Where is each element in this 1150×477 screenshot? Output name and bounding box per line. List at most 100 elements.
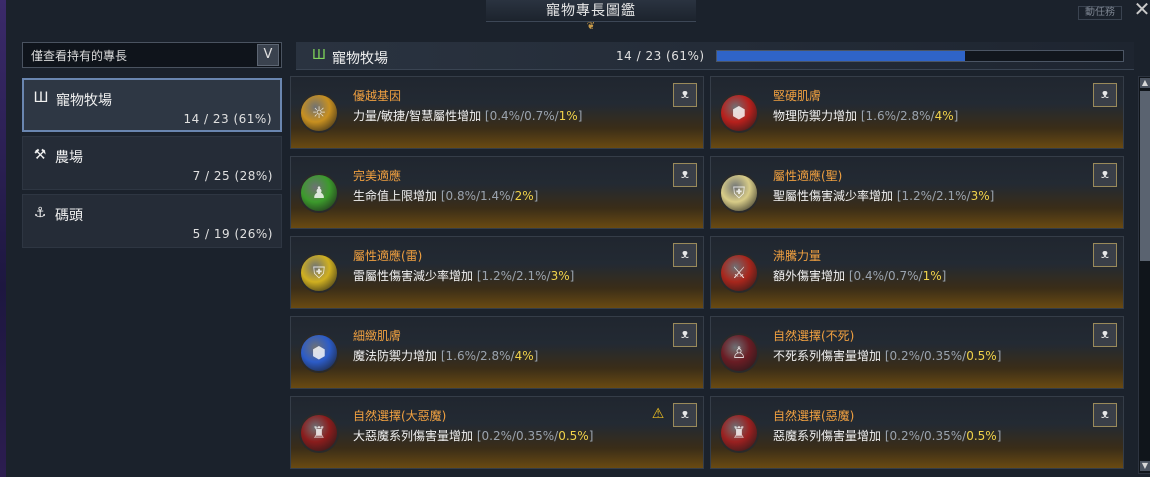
- orb-glyph: ⬢: [312, 343, 326, 362]
- pet-portrait-icon[interactable]: ᴥ: [1093, 83, 1117, 107]
- pet-portrait-icon[interactable]: ᴥ: [673, 323, 697, 347]
- effect-text: 魔法防禦力增加: [353, 349, 438, 363]
- effect-lower-tiers: 0.2%/0.35%/: [889, 349, 967, 363]
- specialty-orb-icon: ♙: [719, 333, 759, 373]
- bracket-close: ]: [989, 189, 995, 203]
- specialty-name: 自然選擇(大惡魔): [353, 409, 447, 423]
- section-progress-bar: [716, 50, 1124, 62]
- orb-glyph: ♟: [311, 183, 327, 202]
- effect-max-tier: 2%: [514, 189, 534, 203]
- specialty-name: 堅硬肌膚: [773, 89, 822, 103]
- bracket-open: [: [437, 349, 446, 363]
- orb-glyph: ⛨: [732, 183, 745, 202]
- effect-lower-tiers: 0.4%/0.7%/: [489, 109, 559, 123]
- title-ornament-icon: ❦: [586, 21, 596, 32]
- specialty-name: 屬性適應(聖): [773, 169, 843, 183]
- specialty-description: 不死系列傷害量增加 [0.2%/0.35%/0.5%]: [773, 347, 1001, 364]
- pet-portrait-icon[interactable]: ᴥ: [1093, 323, 1117, 347]
- category-name: 寵物牧場: [56, 93, 112, 109]
- effect-lower-tiers: 1.6%/2.8%/: [445, 349, 515, 363]
- bracket-open: [: [893, 189, 902, 203]
- ranch-icon: Ш: [33, 90, 49, 106]
- category-pet-ranch[interactable]: Ш 寵物牧場 14 / 23 (61%): [22, 78, 282, 132]
- section-progress-fill: [717, 51, 965, 61]
- effect-text: 惡魔系列傷害量增加: [773, 429, 882, 443]
- specialty-name: 屬性適應(雷): [353, 249, 423, 263]
- warning-icon: ⚠: [651, 406, 665, 422]
- specialty-name: 完美適應: [353, 169, 402, 183]
- scroll-down-button[interactable]: ▼: [1140, 461, 1150, 471]
- effect-lower-tiers: 1.2%/2.1%/: [481, 269, 551, 283]
- effect-max-tier: 0.5%: [966, 429, 997, 443]
- specialty-card[interactable]: ⬢ 堅硬肌膚物理防禦力增加 [1.6%/2.8%/4%] ᴥ: [710, 76, 1124, 149]
- window-title: 寵物專長圖鑑: [546, 3, 636, 19]
- category-count: 14 / 23 (61%): [183, 112, 272, 126]
- specialty-card[interactable]: ♟ 完美適應 生命值上限增加 [0.8%/1.4%/2%] ᴥ: [290, 156, 704, 229]
- orb-glyph: ♜: [731, 423, 747, 442]
- specialty-card[interactable]: ♜ 自然選擇(大惡魔) 大惡魔系列傷害量增加 [0.2%/0.35%/0.5%] ᴥ ⚠: [290, 396, 704, 469]
- ranch-icon: Ш: [312, 48, 326, 63]
- effect-text: 聖屬性傷害減少率增加: [773, 189, 894, 203]
- scrollbar[interactable]: ▲ ▼: [1138, 76, 1150, 474]
- pet-portrait-icon[interactable]: ᴥ: [673, 163, 697, 187]
- bracket-open: [: [473, 269, 482, 283]
- scroll-thumb[interactable]: [1140, 91, 1150, 261]
- close-button[interactable]: ✕: [1130, 0, 1150, 22]
- window-titlebar: 寵物專長圖鑑: [486, 0, 696, 22]
- bracket-close: ]: [953, 109, 959, 123]
- pet-portrait-icon[interactable]: ᴥ: [1093, 403, 1117, 427]
- specialty-description: 物理防禦力增加 [1.6%/2.8%/4%]: [773, 107, 958, 124]
- orb-glyph: ⬢: [732, 103, 746, 122]
- orb-glyph: ⚔: [731, 263, 747, 282]
- effect-lower-tiers: 1.6%/2.8%/: [865, 109, 935, 123]
- specialty-name: 自然選擇(不死): [773, 329, 855, 343]
- effect-lower-tiers: 0.4%/0.7%/: [853, 269, 923, 283]
- specialty-card[interactable]: ♙ 自然選擇(不死) 不死系列傷害量增加 [0.2%/0.35%/0.5%] ᴥ: [710, 316, 1124, 389]
- orb-glyph: ♙: [731, 343, 747, 362]
- category-dock[interactable]: ⚓ 碼頭 5 / 19 (26%): [22, 194, 282, 248]
- category-name: 碼頭: [55, 208, 83, 224]
- specialty-name: 細緻肌膚: [353, 329, 402, 343]
- effect-max-tier: 4%: [514, 349, 534, 363]
- owned-filter-dropdown[interactable]: 僅查看持有的專長 V: [22, 42, 282, 68]
- specialty-orb-icon: ☼: [299, 93, 339, 133]
- scroll-up-button[interactable]: ▲: [1140, 78, 1150, 88]
- effect-max-tier: 4%: [934, 109, 954, 123]
- specialty-description: 力量/敏捷/智慧屬性增加 [0.4%/0.7%/1%]: [353, 107, 582, 124]
- pet-portrait-icon[interactable]: ᴥ: [673, 83, 697, 107]
- effect-max-tier: 0.5%: [966, 349, 997, 363]
- specialty-description: 額外傷害增加 [0.4%/0.7%/1%]: [773, 267, 946, 284]
- specialty-card[interactable]: ♜ 自然選擇(惡魔) 惡魔系列傷害量增加 [0.2%/0.35%/0.5%] ᴥ: [710, 396, 1124, 469]
- pet-portrait-icon[interactable]: ᴥ: [673, 403, 697, 427]
- specialty-description: 大惡魔系列傷害量增加 [0.2%/0.35%/0.5%]: [353, 427, 593, 444]
- orb-glyph: ⛨: [312, 263, 325, 282]
- bracket-close: ]: [533, 189, 539, 203]
- category-name: 農場: [55, 150, 83, 166]
- bracket-close: ]: [569, 269, 575, 283]
- specialty-orb-icon: ⬢: [719, 93, 759, 133]
- bracket-close: ]: [588, 429, 594, 443]
- orb-glyph: ☼: [311, 103, 327, 122]
- pet-portrait-icon[interactable]: ᴥ: [1093, 243, 1117, 267]
- bracket-open: [: [481, 109, 490, 123]
- effect-lower-tiers: 1.2%/2.1%/: [901, 189, 971, 203]
- specialty-card[interactable]: ⬢ 細緻肌膚魔法防禦力增加 [1.6%/2.8%/4%] ᴥ: [290, 316, 704, 389]
- specialty-orb-icon: ♟: [299, 173, 339, 213]
- specialty-description: 魔法防禦力增加 [1.6%/2.8%/4%]: [353, 347, 538, 364]
- section-title: 寵物牧場: [332, 51, 388, 67]
- specialty-card[interactable]: ⚔ 沸騰力量 額外傷害增加 [0.4%/0.7%/1%] ᴥ: [710, 236, 1124, 309]
- effect-text: 大惡魔系列傷害量增加: [353, 429, 474, 443]
- section-progress-text: 14 / 23 (61%): [616, 49, 705, 63]
- pet-portrait-icon[interactable]: ᴥ: [1093, 163, 1117, 187]
- chevron-down-icon[interactable]: V: [257, 44, 279, 66]
- specialty-card[interactable]: ☼ 優越基因 力量/敏捷/智慧屬性增加 [0.4%/0.7%/1%] ᴥ: [290, 76, 704, 149]
- bracket-close: ]: [996, 349, 1002, 363]
- category-farm[interactable]: ⚒ 農場 7 / 25 (28%): [22, 136, 282, 190]
- bracket-open: [: [845, 269, 854, 283]
- specialty-card[interactable]: ⛨ 屬性適應(聖) 聖屬性傷害減少率增加 [1.2%/2.1%/3%] ᴥ: [710, 156, 1124, 229]
- effect-max-tier: 1%: [558, 109, 578, 123]
- effect-text: 物理防禦力增加: [773, 109, 858, 123]
- pet-portrait-icon[interactable]: ᴥ: [673, 243, 697, 267]
- specialty-card[interactable]: ⛨ 屬性適應(雷) 雷屬性傷害減少率增加 [1.2%/2.1%/3%] ᴥ: [290, 236, 704, 309]
- effect-lower-tiers: 0.2%/0.35%/: [481, 429, 559, 443]
